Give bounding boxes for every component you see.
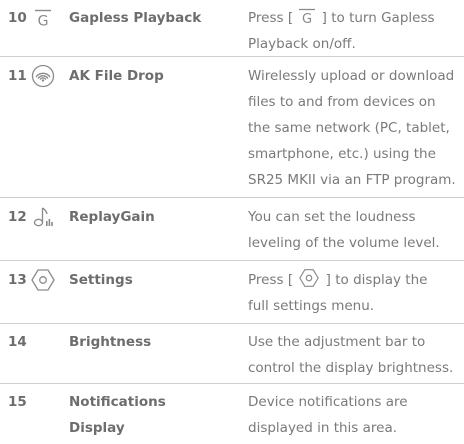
desc-line: leveling of the volume level. <box>248 235 440 251</box>
settings-icon <box>30 267 56 293</box>
table-row-ak-file-drop: 11 AK File Drop Wirelessly upload or dow… <box>0 57 464 198</box>
row-description: Wirelessly upload or download files to a… <box>248 63 464 193</box>
row-number: 13 <box>8 272 27 288</box>
row-description: Press [ ] to display the full settings m… <box>248 267 464 319</box>
table-row-notifications-display: 15 Notifications Display Device notifica… <box>0 384 464 444</box>
desc-suffix: ] to turn Gapless <box>317 10 435 26</box>
desc-line: Device notifications are <box>248 394 408 410</box>
row-number: 12 <box>8 209 27 225</box>
desc-prefix: Press [ <box>248 10 298 26</box>
desc-line: You can set the loudness <box>248 209 416 225</box>
row-description: Use the adjustment bar to control the di… <box>248 329 464 381</box>
desc-line: displayed in this area. <box>248 420 398 436</box>
desc-line: smartphone, etc.) using the <box>248 146 436 162</box>
table-row-brightness: 14 Brightness Use the adjustment bar to … <box>0 324 464 384</box>
svg-text:G: G <box>302 12 312 25</box>
settings-icon <box>297 268 321 288</box>
row-name: ReplayGain <box>69 209 155 225</box>
wireless-file-drop-icon <box>30 63 56 89</box>
row-name: Settings <box>69 272 133 288</box>
row-description: Device notifications are displayed in th… <box>248 389 464 441</box>
row-number: 14 <box>8 334 27 350</box>
row-description: Press [ G ] to turn Gapless Playback on/… <box>248 5 464 57</box>
desc-line: files to and from devices on <box>248 94 436 110</box>
desc-line: Wirelessly upload or download <box>248 68 455 84</box>
row-number: 15 <box>8 394 27 410</box>
table-row-settings: 13 Settings Press [ ] to display the ful… <box>0 261 464 324</box>
svg-text:G: G <box>38 14 49 30</box>
table-row-replaygain: 12 ReplayGain You can set the loudness l… <box>0 198 464 261</box>
desc-line: Use the adjustment bar to <box>248 334 426 350</box>
desc-prefix: Press [ <box>248 272 298 288</box>
name-line: Display <box>69 420 125 436</box>
row-name: Notifications Display <box>69 389 229 441</box>
table-row-gapless-playback: 10 G Gapless Playback Press [ G ] to tur… <box>0 0 464 57</box>
gapless-playback-icon: G <box>30 5 56 31</box>
desc-suffix: ] to display the <box>321 272 428 288</box>
desc-line: Playback on/off. <box>248 36 356 52</box>
desc-line: control the display brightness. <box>248 360 454 376</box>
name-line: Notifications <box>69 394 166 410</box>
row-number: 10 <box>8 10 27 26</box>
desc-line: full settings menu. <box>248 298 375 314</box>
row-name: Gapless Playback <box>69 10 202 26</box>
row-description: You can set the loudness leveling of the… <box>248 204 464 256</box>
replaygain-icon <box>30 204 56 230</box>
row-number: 11 <box>8 68 27 84</box>
desc-line: the same network (PC, tablet, <box>248 120 450 136</box>
gapless-playback-icon: G <box>297 7 317 25</box>
desc-line: SR25 MKII via an FTP program. <box>248 172 456 188</box>
row-name: AK File Drop <box>69 68 164 84</box>
row-name: Brightness <box>69 334 152 350</box>
